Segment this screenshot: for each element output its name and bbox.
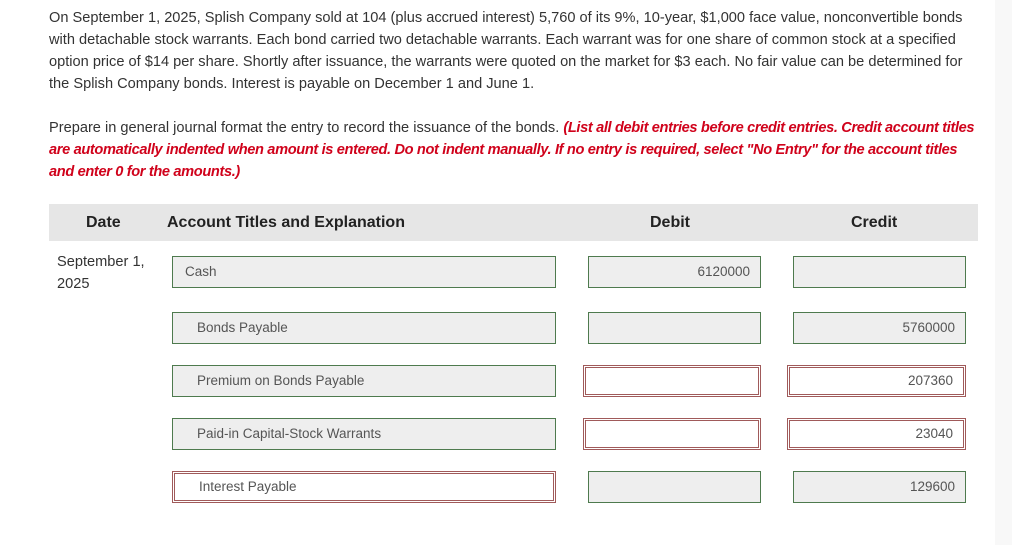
journal-table-header: Date Account Titles and Explanation Debi… [49, 204, 978, 241]
credit-input-incorrect[interactable]: 23040 [787, 418, 966, 450]
account-title-input[interactable]: Cash [172, 256, 556, 288]
debit-input-incorrect[interactable] [583, 418, 761, 450]
account-title-input[interactable]: Premium on Bonds Payable [172, 365, 556, 397]
problem-statement: On September 1, 2025, Splish Company sol… [49, 10, 963, 92]
header-credit: Credit [851, 214, 898, 231]
header-account-titles: Account Titles and Explanation [167, 214, 405, 231]
credit-input[interactable]: 5760000 [793, 312, 966, 344]
header-date: Date [86, 214, 121, 231]
account-title-input[interactable]: Paid-in Capital-Stock Warrants [172, 418, 556, 450]
debit-input-incorrect[interactable] [583, 365, 761, 397]
account-title-input-incorrect[interactable]: Interest Payable [172, 471, 556, 503]
debit-input[interactable]: 6120000 [588, 256, 761, 288]
credit-input[interactable] [793, 256, 966, 288]
credit-input[interactable]: 129600 [793, 471, 966, 503]
right-gutter [995, 0, 1012, 545]
instructions: Prepare in general journal format the en… [49, 117, 984, 183]
account-title-input[interactable]: Bonds Payable [172, 312, 556, 344]
entry-date: September 1, 2025 [57, 254, 145, 292]
debit-input[interactable] [588, 471, 761, 503]
header-debit: Debit [650, 214, 690, 231]
credit-input-incorrect[interactable]: 207360 [787, 365, 966, 397]
instructions-prompt: Prepare in general journal format the en… [49, 120, 564, 136]
debit-input[interactable] [588, 312, 761, 344]
